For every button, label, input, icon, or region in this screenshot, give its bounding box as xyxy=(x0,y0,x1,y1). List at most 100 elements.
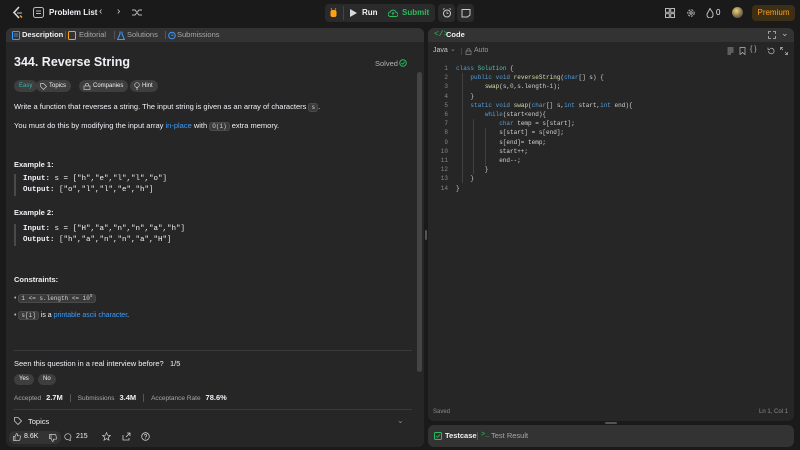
constraint-code: s[i] xyxy=(18,311,39,320)
inline-code: s xyxy=(308,103,319,112)
like-dislike-group: 8.6K xyxy=(9,431,61,444)
code-text: public void reverseString(char[] s) { xyxy=(470,74,604,82)
problem-list-icon[interactable] xyxy=(33,7,44,20)
lightbulb-icon xyxy=(134,82,140,90)
code-text: class Solution { xyxy=(456,65,514,72)
printable-ascii-link[interactable]: printable ascii character xyxy=(54,312,128,319)
exponent: 5 xyxy=(89,294,93,299)
lock-icon xyxy=(465,48,472,55)
share-icon[interactable] xyxy=(122,432,131,441)
no-button[interactable]: No xyxy=(38,374,56,385)
hint-chip[interactable]: Hint xyxy=(130,80,158,92)
in-place-link[interactable]: in-place xyxy=(165,121,191,130)
format-lines-icon[interactable] xyxy=(727,47,734,55)
topics-chip[interactable]: Topics xyxy=(36,80,72,92)
scrollbar[interactable] xyxy=(417,72,422,372)
chevron-down-icon[interactable]: ⌄ xyxy=(450,45,456,53)
code-header: </> Code ⌄ xyxy=(428,28,794,42)
avatar[interactable] xyxy=(732,7,743,18)
check-circle-icon xyxy=(399,59,407,67)
settings-gear-icon[interactable] xyxy=(686,8,696,20)
acceptance-rate-value: 78.6% xyxy=(205,393,227,402)
expand-arrows-icon[interactable] xyxy=(780,47,788,55)
output-label: Output: xyxy=(23,186,55,194)
code-line: 10 start++; xyxy=(428,147,794,156)
code-text: char temp = s[start]; xyxy=(499,120,575,128)
prev-problem-icon[interactable]: ‹ xyxy=(99,6,102,17)
description-text: Write a function that reverses a string.… xyxy=(14,102,309,111)
chevron-down-icon[interactable]: ⌄ xyxy=(781,28,789,39)
debug-icon[interactable] xyxy=(329,8,338,20)
leetcode-logo[interactable] xyxy=(11,6,24,20)
shuffle-icon[interactable] xyxy=(132,8,142,19)
code-text: } xyxy=(456,166,489,174)
tab-test-result[interactable]: Test Result xyxy=(491,431,528,440)
companies-chip[interactable]: Companies xyxy=(79,80,129,92)
streak-count: 0 xyxy=(716,8,721,17)
code-line: 12 } xyxy=(428,165,794,174)
timer-button[interactable] xyxy=(438,4,455,22)
code-text: static void swap(char[] s,int start,int … xyxy=(470,101,633,109)
code-line: 3 swap(s,0,s.length-1); xyxy=(428,82,794,91)
chevron-down-icon[interactable]: ⌄ xyxy=(397,416,404,425)
constraint-1: • 1 <= s.length <= 105 xyxy=(14,294,96,303)
language-select[interactable]: Java xyxy=(433,47,448,54)
submissions-history-icon xyxy=(168,31,176,40)
note-icon xyxy=(461,9,471,18)
top-navbar: Problem List ‹ › Run Submit 0 Premium xyxy=(0,0,800,26)
reset-undo-icon[interactable] xyxy=(767,47,775,55)
comment-icon[interactable] xyxy=(64,433,72,441)
panel-resize-handle[interactable] xyxy=(425,230,427,240)
help-icon[interactable] xyxy=(141,432,150,441)
layout-grid-icon[interactable] xyxy=(665,8,675,20)
thumbs-up-icon[interactable] xyxy=(13,433,21,441)
braces-icon[interactable]: { } xyxy=(750,46,757,53)
likes-count: 8.6K xyxy=(24,433,39,440)
code-text: while(start<end){ xyxy=(484,111,547,118)
code-text: s[start] = s[end]; xyxy=(456,129,565,137)
problem-title: 344. Reverse String xyxy=(14,55,131,69)
tab-description[interactable]: Description xyxy=(22,30,63,39)
code-editor-panel: </> Code ⌄ Java ⌄ Auto { } 1 class Soluti… xyxy=(428,28,794,421)
tab-submissions[interactable]: Submissions xyxy=(177,30,220,39)
input-value: s = ["h","e","l","l","o"] xyxy=(50,175,168,183)
terminal-icon: >_ xyxy=(481,431,490,439)
thumbs-down-icon[interactable] xyxy=(49,434,57,442)
code-text: swap(s,0,s.length-1); xyxy=(484,83,561,91)
tab-editorial[interactable]: Editorial xyxy=(79,30,106,39)
next-problem-icon[interactable]: › xyxy=(117,6,120,17)
line-number: 11 xyxy=(440,157,448,164)
interview-question: Seen this question in a real interview b… xyxy=(14,359,180,368)
tab-divider xyxy=(114,31,115,39)
constraint-code-text: 1 <= s.length <= 10 xyxy=(21,295,90,302)
example-1-heading: Example 1: xyxy=(14,160,54,169)
problem-list-link[interactable]: Problem List xyxy=(49,8,97,17)
example-1-block: Input: s = ["h","e","l","l","o"] Output:… xyxy=(14,174,414,196)
line-number: 8 xyxy=(444,129,448,137)
line-number: 3 xyxy=(444,83,448,91)
constraints-heading: Constraints: xyxy=(14,275,59,284)
maximize-icon[interactable] xyxy=(768,31,776,39)
input-label: Input: xyxy=(23,225,51,233)
streak-fire-icon[interactable] xyxy=(706,7,714,20)
code-text: s[end]= temp; xyxy=(456,138,547,146)
notes-button[interactable] xyxy=(457,4,474,22)
premium-button[interactable]: Premium xyxy=(752,5,795,21)
code-line: 6 while(start<end){ xyxy=(428,110,794,119)
difficulty-badge: Easy xyxy=(14,80,38,92)
tab-solutions[interactable]: Solutions xyxy=(127,30,158,39)
favorite-star-icon[interactable] xyxy=(102,432,111,441)
panel-resize-handle[interactable] xyxy=(605,422,617,424)
input-value: s = ["H","a","n","n","a","h"] xyxy=(50,225,186,233)
run-button[interactable]: Run xyxy=(350,6,380,20)
bookmark-icon[interactable] xyxy=(739,47,746,55)
testcase-panel: Testcase >_ Test Result xyxy=(428,425,794,447)
line-number: 10 xyxy=(440,147,448,155)
code-area[interactable]: 1 class Solution { 2 public void reverseS… xyxy=(428,64,794,404)
tab-testcase[interactable]: Testcase xyxy=(445,431,477,440)
auto-mode-label[interactable]: Auto xyxy=(474,47,488,54)
description-paragraph-2: You must do this by modifying the input … xyxy=(14,121,279,131)
yes-button[interactable]: Yes xyxy=(14,374,34,385)
code-line: 2 public void reverseString(char[] s) { xyxy=(428,73,794,82)
submit-button[interactable]: Submit xyxy=(388,6,434,20)
